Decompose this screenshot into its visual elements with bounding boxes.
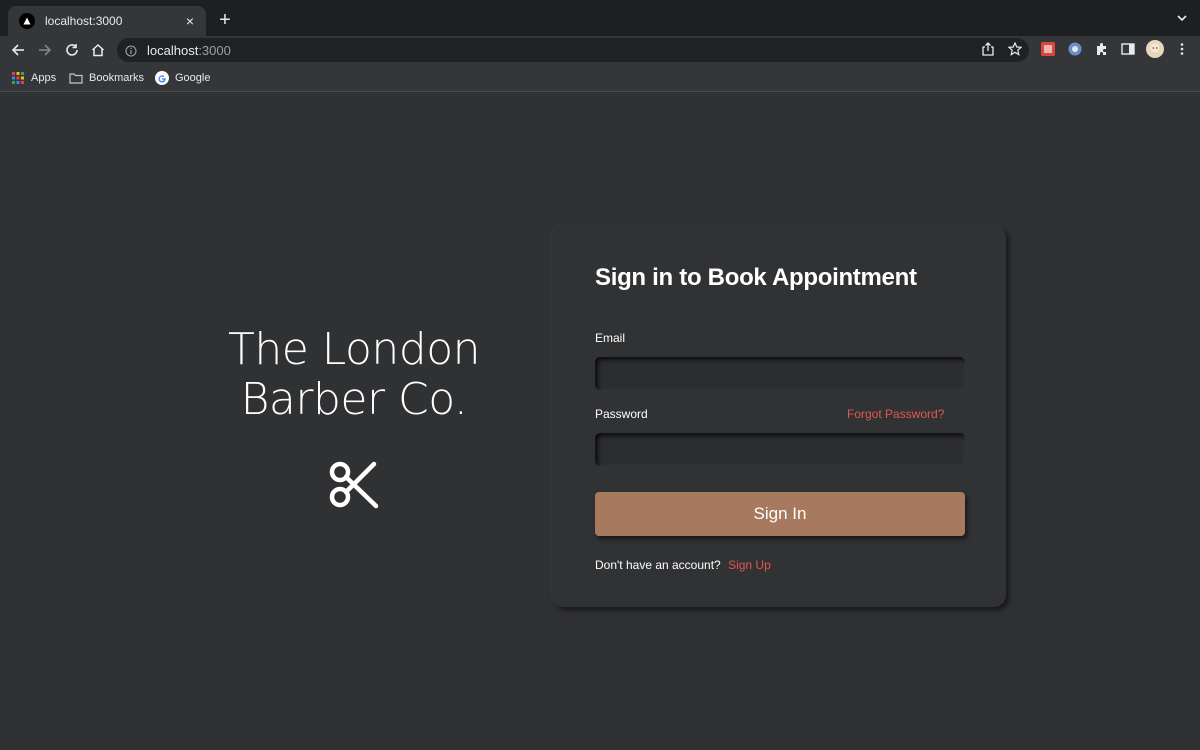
signin-card: Sign in to Book Appointment Email Passwo… bbox=[552, 226, 1006, 607]
google-icon bbox=[155, 71, 169, 85]
address-bar[interactable]: localhost:3000 bbox=[117, 38, 1029, 62]
site-info-icon[interactable] bbox=[125, 44, 137, 57]
signin-title: Sign in to Book Appointment bbox=[595, 264, 917, 291]
tab-close-icon[interactable]: × bbox=[182, 13, 198, 29]
email-label: Email bbox=[595, 331, 626, 345]
extensions-puzzle-icon[interactable] bbox=[1094, 41, 1110, 57]
brand-name-line2: Barber Co. bbox=[240, 374, 468, 425]
browser-menu-icon[interactable] bbox=[1174, 41, 1190, 57]
url-host: localhost bbox=[147, 42, 199, 58]
password-field[interactable] bbox=[595, 433, 965, 466]
signin-button[interactable]: Sign In bbox=[595, 492, 965, 536]
side-panel-icon[interactable] bbox=[1120, 41, 1136, 57]
reload-icon[interactable] bbox=[62, 40, 82, 60]
forward-arrow-icon[interactable] bbox=[35, 40, 55, 60]
back-arrow-icon[interactable] bbox=[8, 40, 28, 60]
profile-avatar[interactable] bbox=[1146, 40, 1164, 58]
email-field[interactable] bbox=[595, 357, 965, 390]
new-tab-button[interactable]: + bbox=[214, 9, 236, 31]
bookmark-google[interactable]: Google bbox=[155, 70, 210, 86]
scissors-icon bbox=[329, 460, 379, 510]
bookmark-label: Bookmarks bbox=[89, 72, 145, 84]
brand-name-line1: The London bbox=[227, 324, 481, 375]
bookmark-apps[interactable]: Apps bbox=[11, 70, 56, 86]
bookmark-star-icon[interactable] bbox=[1006, 40, 1024, 58]
bookmark-label: Google bbox=[175, 72, 211, 84]
favicon-icon bbox=[19, 13, 35, 29]
browser-toolbar: localhost:3000 bbox=[0, 36, 1200, 64]
signup-prompt: Don't have an account? Sign Up bbox=[595, 558, 771, 572]
signup-link[interactable]: Sign Up bbox=[728, 558, 771, 572]
share-icon[interactable] bbox=[979, 40, 997, 58]
password-label: Password bbox=[595, 407, 648, 421]
extension-circle-icon[interactable] bbox=[1067, 41, 1083, 57]
browser-tab[interactable]: localhost:3000 × bbox=[8, 6, 206, 36]
bookmarks-bar: Apps Bookmarks Google bbox=[0, 64, 1200, 92]
tab-search-chevron-icon[interactable] bbox=[1174, 10, 1190, 26]
no-account-text: Don't have an account? bbox=[595, 558, 721, 572]
tab-title: localhost:3000 bbox=[45, 14, 123, 28]
folder-icon bbox=[69, 71, 83, 85]
home-icon[interactable] bbox=[88, 40, 108, 60]
url-port: :3000 bbox=[198, 42, 231, 58]
apps-grid-icon bbox=[11, 71, 25, 85]
forgot-password-link[interactable]: Forgot Password? bbox=[847, 407, 944, 421]
bookmark-label: Apps bbox=[31, 72, 57, 84]
tab-strip: localhost:3000 × + bbox=[0, 0, 1200, 36]
extension-red-icon[interactable] bbox=[1040, 41, 1056, 57]
bookmark-folder[interactable]: Bookmarks bbox=[69, 70, 144, 86]
brand-logo: The London Barber Co. bbox=[200, 325, 508, 425]
